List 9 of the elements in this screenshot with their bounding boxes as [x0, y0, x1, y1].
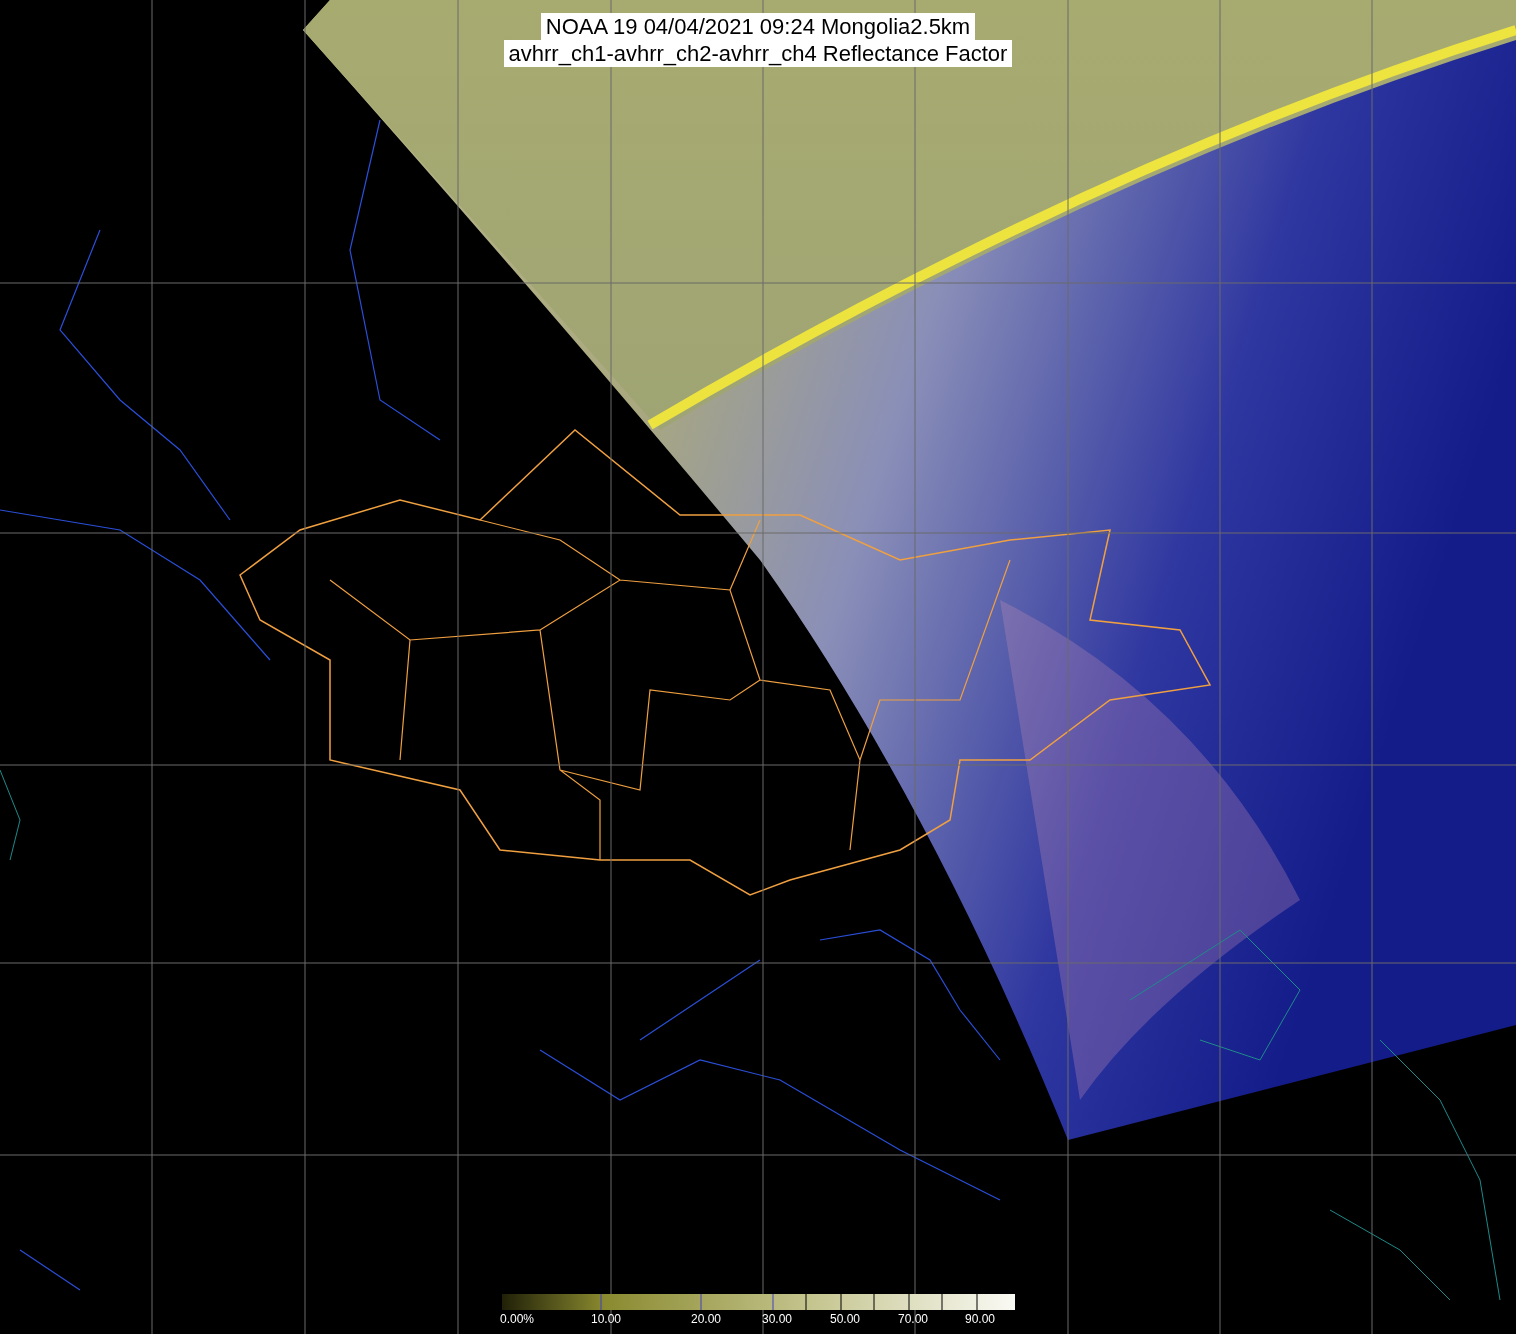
colorbar-label: 50.00	[830, 1312, 861, 1326]
colorbar-label: 90.00	[965, 1312, 996, 1326]
colorbar-label: 0.00%	[500, 1312, 535, 1326]
colorbar-label: 20.00	[691, 1312, 722, 1326]
colorbar-label: 30.00	[762, 1312, 793, 1326]
map-title: NOAA 19 04/04/2021 09:24 Mongolia2.5km	[540, 13, 976, 40]
colorbar-label: 10.00	[591, 1312, 622, 1326]
colorbar-label: 70.00	[898, 1312, 929, 1326]
map-title: avhrr_ch1-avhrr_ch2-avhrr_ch4 Reflectance Factor	[503, 40, 1013, 67]
